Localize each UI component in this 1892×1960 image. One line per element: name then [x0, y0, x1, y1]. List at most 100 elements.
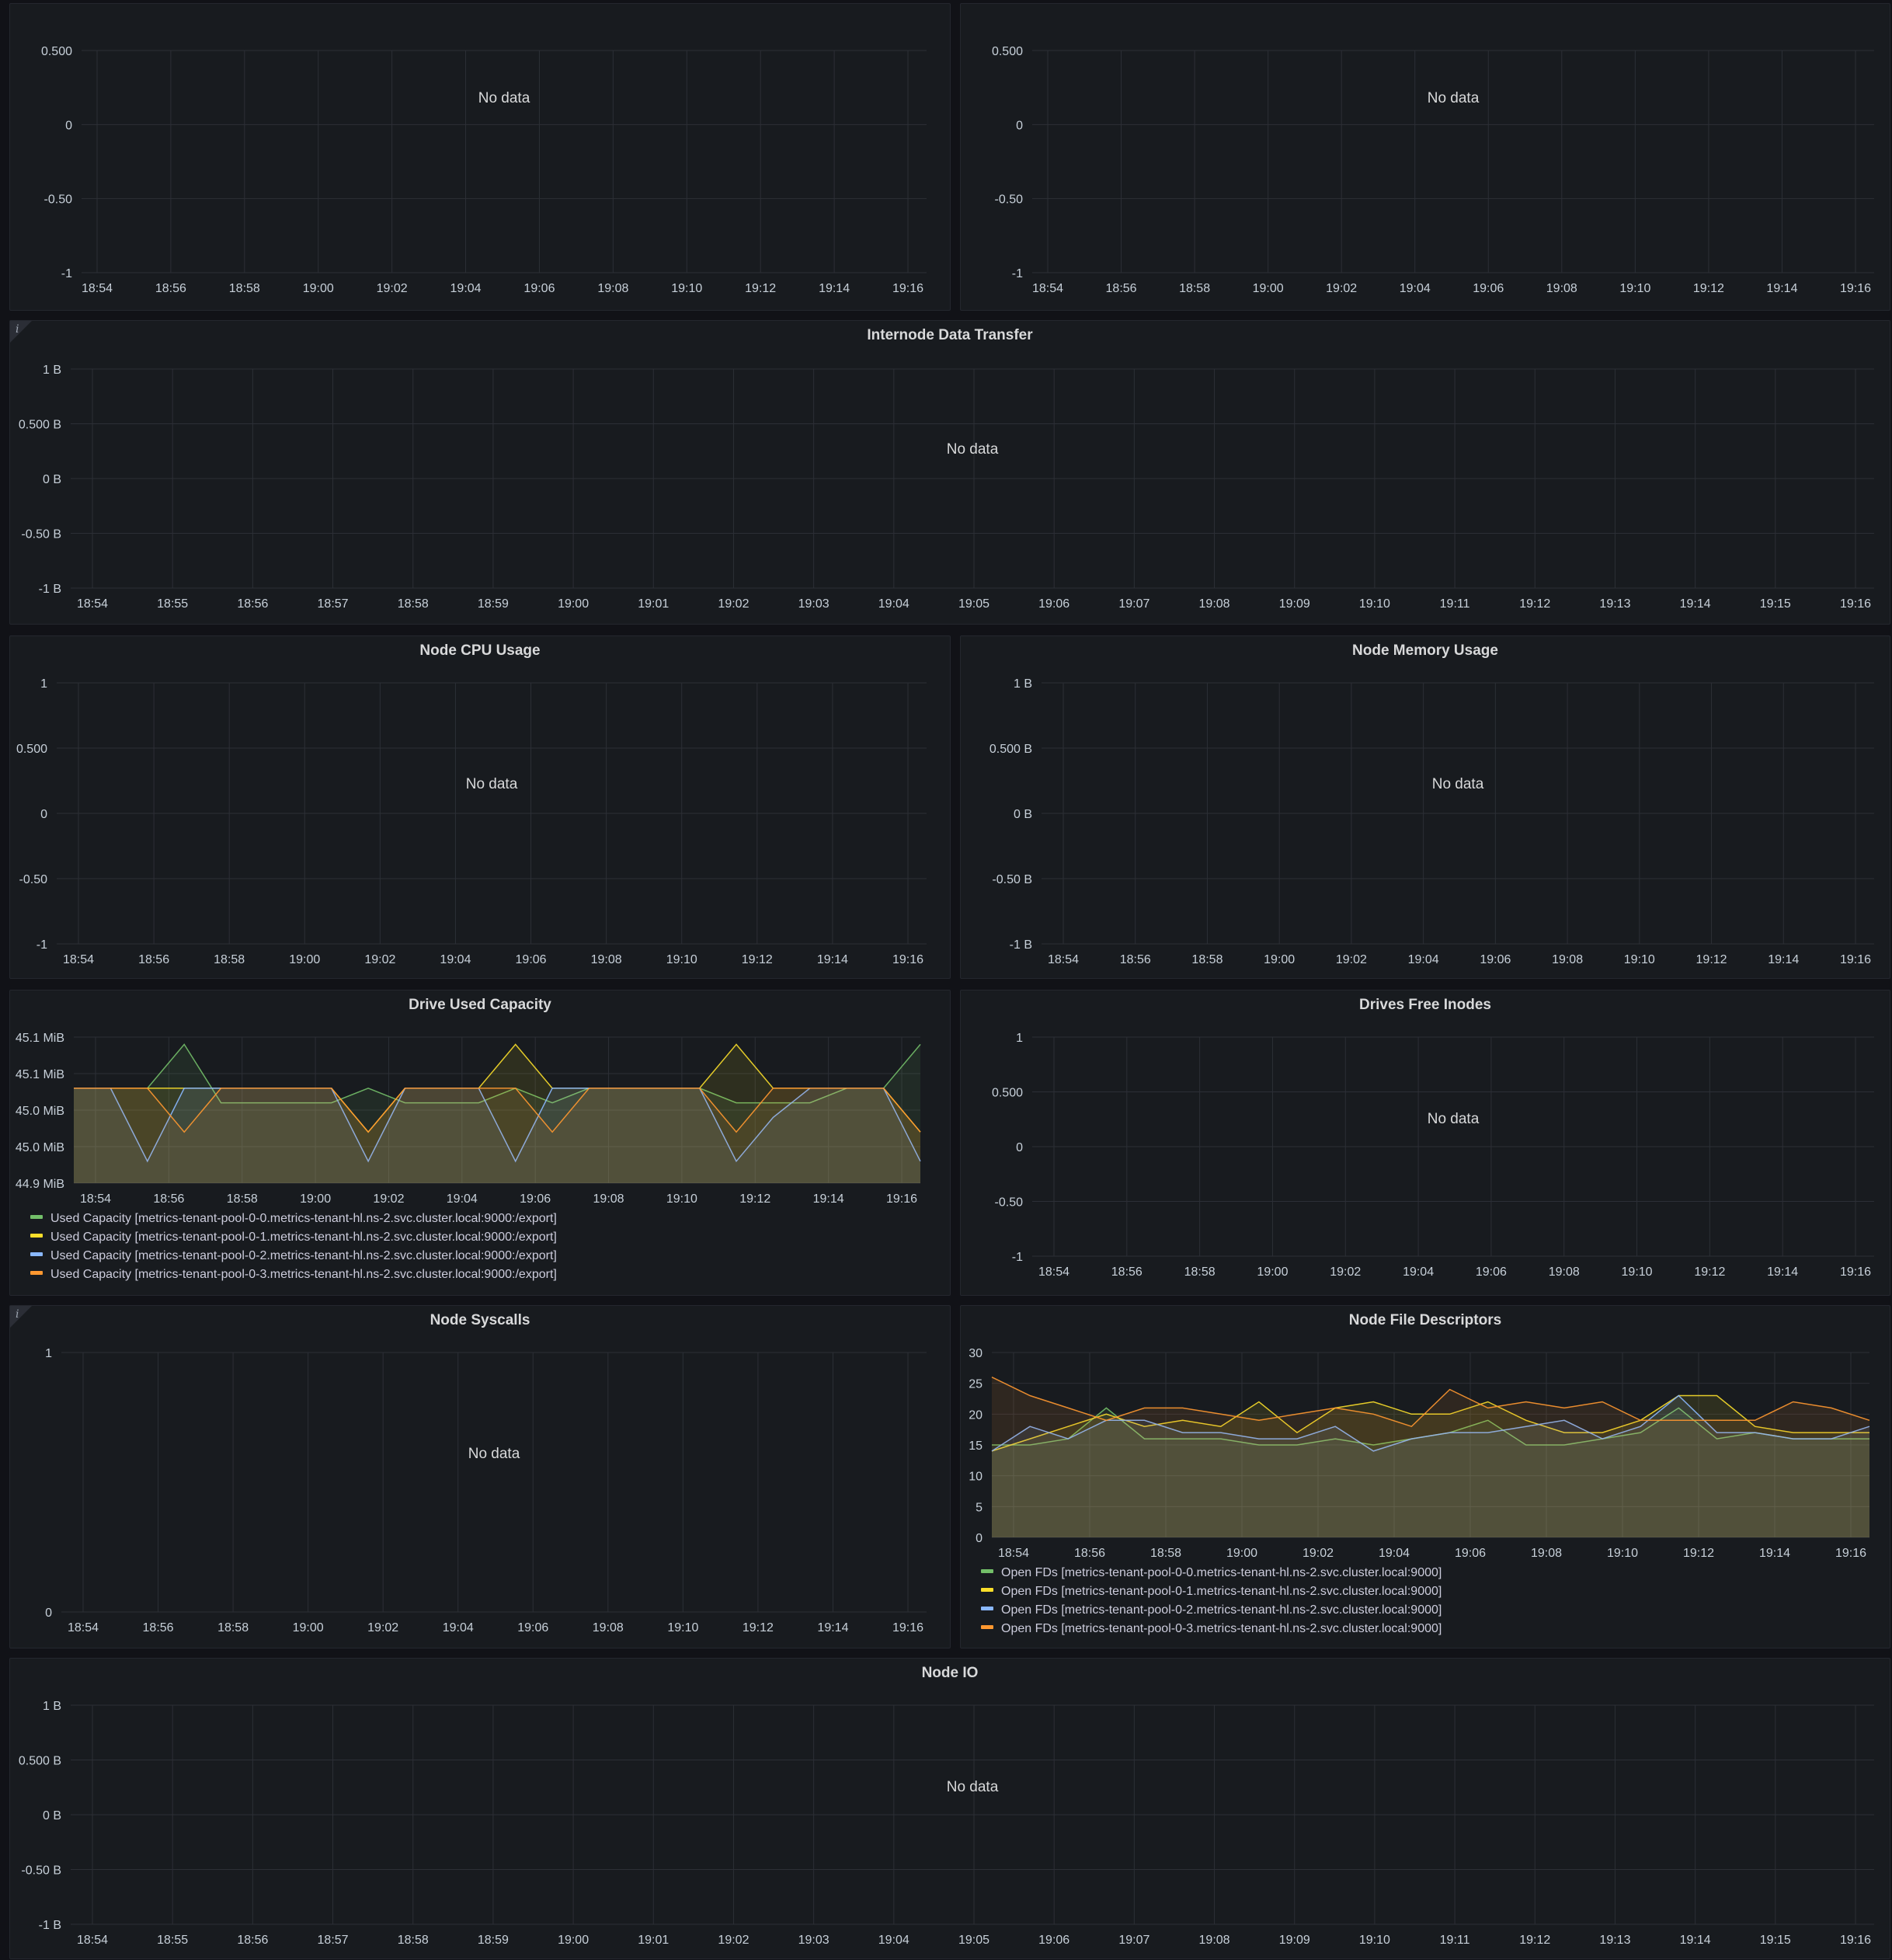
- legend-swatch: [981, 1625, 993, 1630]
- x-tick-label: 19:04: [450, 282, 482, 295]
- x-tick-label: 18:58: [1184, 1265, 1216, 1279]
- x-tick-label: 18:58: [227, 1192, 258, 1206]
- y-tick-label: 0 B: [43, 1809, 61, 1822]
- x-tick-label: 19:01: [638, 1934, 669, 1947]
- y-tick-label: 1: [1016, 1032, 1023, 1045]
- x-tick-label: 19:04: [440, 953, 471, 966]
- y-tick-label: 30: [969, 1347, 983, 1360]
- x-tick-label: 19:12: [743, 1621, 774, 1634]
- x-tick-label: 18:54: [1038, 1265, 1069, 1279]
- x-tick-label: 19:02: [718, 1934, 749, 1947]
- x-tick-label: 19:03: [798, 1934, 829, 1947]
- x-tick-label: 19:02: [373, 1192, 404, 1206]
- x-tick-label: 19:08: [1199, 1934, 1230, 1947]
- x-tick-label: 19:12: [739, 1192, 770, 1206]
- y-tick-label: -0.50: [995, 1196, 1024, 1210]
- x-tick-label: 19:10: [1607, 1547, 1638, 1560]
- x-tick-label: 18:56: [1074, 1547, 1105, 1560]
- legend-label: Open FDs [metrics-tenant-pool-0-3.metric…: [1001, 1622, 1442, 1635]
- y-tick-label: 0.500: [16, 743, 47, 756]
- legend-swatch: [30, 1252, 43, 1257]
- y-tick-label: 25: [969, 1378, 983, 1391]
- legend-item[interactable]: Used Capacity [metrics-tenant-pool-0-3.m…: [30, 1265, 557, 1284]
- x-tick-label: 18:58: [214, 953, 245, 966]
- x-tick-label: 19:14: [1680, 597, 1711, 611]
- x-tick-label: 19:06: [523, 282, 555, 295]
- y-tick-label: -1: [37, 938, 47, 952]
- x-tick-label: 19:02: [718, 597, 749, 611]
- x-tick-label: 19:00: [1264, 953, 1295, 966]
- chart-memory: 1 B 0.500 B 0 B -0.50 B -1 B 18:54 18:56 18:58 1…: [989, 677, 1874, 966]
- x-tick-label: 19:14: [1768, 953, 1799, 966]
- x-tick-label: 18:56: [143, 1621, 174, 1634]
- legend-item[interactable]: Used Capacity [metrics-tenant-pool-0-2.m…: [30, 1247, 557, 1265]
- no-data-label: No data: [478, 90, 530, 106]
- x-tick-label: 19:02: [364, 953, 395, 966]
- x-tick-label: 19:00: [289, 953, 320, 966]
- x-tick-label: 18:56: [153, 1192, 184, 1206]
- x-tick-label: 19:10: [671, 282, 702, 295]
- legend-label: Used Capacity [metrics-tenant-pool-0-1.m…: [50, 1231, 557, 1244]
- chart-syscalls: 1 0 18:54 18:56 18:58 19:00 19:02 19:04 19:06 19:…: [45, 1347, 927, 1634]
- x-tick-label: 19:14: [1680, 1934, 1711, 1947]
- y-tick-label: 5: [976, 1501, 983, 1514]
- x-tick-label: 19:00: [1257, 1265, 1288, 1279]
- y-tick-label: -1 B: [39, 1919, 61, 1932]
- legend-item[interactable]: Open FDs [metrics-tenant-pool-0-3.metric…: [981, 1620, 1442, 1638]
- x-tick-label: 19:06: [517, 1621, 548, 1634]
- x-tick-label: 19:04: [1403, 1265, 1434, 1279]
- x-tick-label: 19:10: [666, 953, 697, 966]
- legend-swatch: [30, 1215, 43, 1220]
- y-tick-label: -0.50: [995, 193, 1024, 207]
- y-tick-label: -0.50: [44, 193, 73, 207]
- y-tick-label: -1: [1012, 267, 1023, 280]
- x-tick-label: 19:07: [1118, 1934, 1149, 1947]
- no-data-label: No data: [468, 1446, 520, 1462]
- x-tick-label: 19:00: [558, 597, 589, 611]
- x-tick-label: 18:54: [77, 597, 108, 611]
- x-tick-label: 18:57: [318, 1934, 349, 1947]
- x-tick-label: 19:04: [878, 1934, 909, 1947]
- panel-top-right: 0.500 0 -0.50 -1 18:54 18:56 18:58 19:00 19:02 19…: [960, 3, 1890, 311]
- legend-swatch: [981, 1569, 993, 1574]
- legend-item[interactable]: Open FDs [metrics-tenant-pool-0-0.metric…: [981, 1564, 1442, 1582]
- x-tick-label: 19:16: [1840, 282, 1871, 295]
- y-tick-label: 1 B: [43, 1700, 61, 1713]
- x-tick-label: 19:10: [1622, 1265, 1653, 1279]
- x-tick-label: 19:11: [1440, 597, 1470, 611]
- x-tick-label: 19:06: [520, 1192, 551, 1206]
- x-tick-label: 19:12: [1694, 1265, 1725, 1279]
- chart-top-right: 0.500 0 -0.50 -1 18:54 18:56 18:58 19:00 19:02 19…: [992, 45, 1874, 295]
- panel-node-io: Node IO 1 B 0.500 B0 B -0.50 B -1 B 18:54 18:…: [9, 1658, 1890, 1959]
- y-tick-label: -0.50 B: [21, 1864, 61, 1878]
- x-tick-label: 19:06: [1473, 282, 1504, 295]
- panel-top-left: 0.500 0 -0.50 -1 18:54 18:56 18:58 19:00 19:02 19…: [9, 3, 951, 311]
- legend-fds: Open FDs [metrics-tenant-pool-0-0.metric…: [981, 1564, 1442, 1638]
- y-tick-label: 45.1 MiB: [16, 1032, 64, 1045]
- legend-label: Open FDs [metrics-tenant-pool-0-1.metric…: [1001, 1585, 1442, 1598]
- x-tick-label: 19:08: [1552, 953, 1583, 966]
- legend-item[interactable]: Open FDs [metrics-tenant-pool-0-1.metric…: [981, 1582, 1442, 1601]
- x-tick-label: 19:10: [1359, 597, 1390, 611]
- chart-internode: 1 B 0.500 B 0 B -0.50 B -1 B 18:54 18:55 18:56 1…: [19, 364, 1874, 611]
- legend-label: Used Capacity [metrics-tenant-pool-0-3.m…: [50, 1268, 557, 1281]
- x-tick-label: 19:00: [1226, 1547, 1257, 1560]
- y-tick-label: 0: [1016, 119, 1023, 132]
- y-tick-label: 0.500: [992, 45, 1023, 58]
- y-tick-label: 1: [40, 677, 47, 691]
- series-area: [992, 1377, 1869, 1537]
- no-data-label: No data: [1428, 90, 1480, 106]
- y-tick-label: 45.1 MiB: [16, 1068, 64, 1081]
- x-tick-label: 18:58: [1191, 953, 1222, 966]
- legend-item[interactable]: Open FDs [metrics-tenant-pool-0-2.metric…: [981, 1601, 1442, 1620]
- x-tick-label: 19:07: [1118, 597, 1149, 611]
- x-tick-label: 19:08: [1531, 1547, 1562, 1560]
- chart-top-left: 0.500 0 -0.50 -1 18:54 18:56 18:58 19:00 19:02 19…: [41, 45, 927, 295]
- x-tick-label: 19:06: [1038, 1934, 1069, 1947]
- legend-item[interactable]: Used Capacity [metrics-tenant-pool-0-1.m…: [30, 1228, 557, 1247]
- legend-label: Used Capacity [metrics-tenant-pool-0-0.m…: [50, 1212, 557, 1225]
- x-tick-label: 19:15: [1760, 1934, 1791, 1947]
- y-tick-label: 0.500: [41, 45, 72, 58]
- legend-item[interactable]: Used Capacity [metrics-tenant-pool-0-0.m…: [30, 1210, 557, 1228]
- x-tick-label: 18:56: [155, 282, 186, 295]
